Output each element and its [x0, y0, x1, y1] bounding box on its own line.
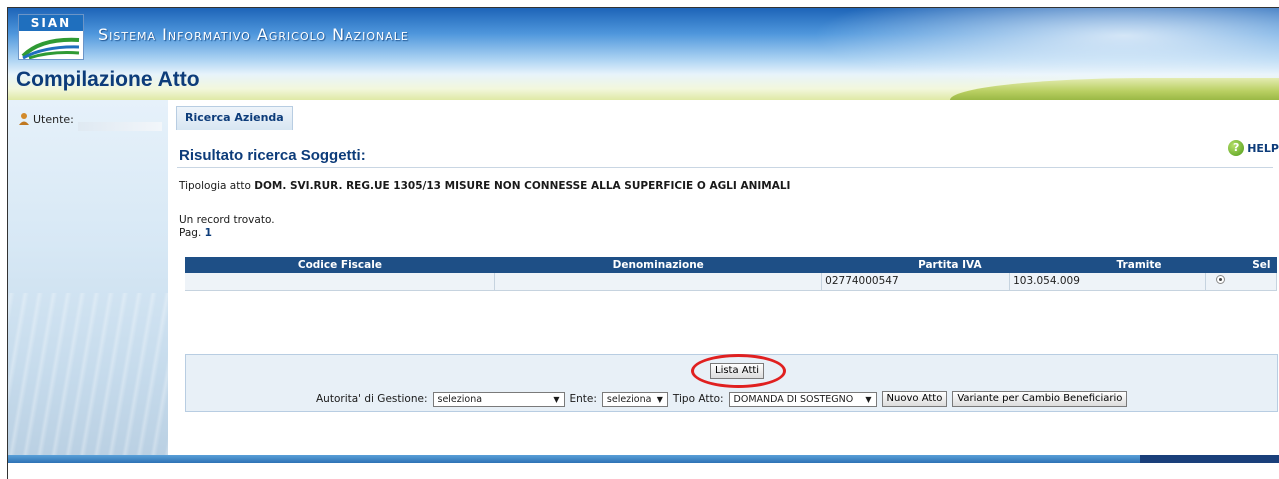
help-link[interactable]: ? HELP	[1228, 140, 1279, 156]
autorita-label: Autorita' di Gestione:	[316, 393, 428, 405]
col-sel: Sel	[1205, 257, 1277, 273]
app-title: Sistema Informativo Agricolo Nazionale	[98, 25, 409, 44]
variante-button[interactable]: Variante per Cambio Beneficiario	[952, 391, 1128, 407]
footer-bar	[8, 455, 1279, 463]
tipo-atto-select[interactable]: DOMANDA DI SOSTEGNO ▼	[728, 391, 877, 407]
autorita-select[interactable]: seleziona ▼	[432, 391, 565, 407]
tipo-atto-label: Tipo Atto:	[672, 393, 724, 405]
help-icon: ?	[1228, 140, 1245, 156]
filter-controls: Autorita' di Gestione: seleziona ▼ Ente:…	[316, 391, 1128, 407]
ente-label: Ente:	[569, 393, 597, 405]
col-codice-fiscale: Codice Fiscale	[185, 257, 495, 273]
user-label: Utente:	[33, 112, 74, 126]
ente-select[interactable]: seleziona ▼	[601, 391, 668, 407]
chevron-down-icon: ▼	[553, 394, 560, 404]
record-count: Un record trovato.	[179, 214, 275, 226]
user-info: Utente:	[18, 112, 74, 126]
sian-logo[interactable]: SIAN	[18, 14, 84, 60]
title-divider	[177, 167, 1273, 168]
main-content: Ricerca Azienda Risultato ricerca Sogget…	[168, 100, 1279, 463]
tab-ricerca-azienda[interactable]: Ricerca Azienda	[176, 106, 293, 130]
wheat-background	[8, 293, 168, 463]
user-value	[78, 122, 162, 131]
tipo-atto-value: DOMANDA DI SOSTEGNO	[733, 393, 854, 405]
cell-tramite: 103.054.009	[1009, 273, 1206, 291]
footer-bar-accent	[1140, 455, 1279, 463]
cell-sel	[1205, 273, 1277, 291]
tipologia-label: Tipologia atto	[179, 180, 251, 192]
action-panel: Lista Atti Autorita' di Gestione: selezi…	[185, 354, 1278, 412]
cell-denominazione	[494, 273, 823, 291]
logo-text: SIAN	[19, 15, 83, 31]
table-header-row: Codice Fiscale Denominazione Partita IVA…	[185, 257, 1277, 273]
tipologia-value: DOM. SVI.RUR. REG.UE 1305/13 MISURE NON …	[254, 180, 791, 192]
page-frame: SIAN Sistema Informativo Agricolo Nazion…	[7, 7, 1279, 479]
nuovo-atto-button[interactable]: Nuovo Atto	[881, 391, 948, 407]
chevron-down-icon: ▼	[865, 394, 872, 404]
select-radio[interactable]	[1216, 275, 1225, 285]
chevron-down-icon: ▼	[656, 394, 663, 404]
cell-partita-iva: 02774000547	[821, 273, 1011, 291]
logo-waves-icon	[21, 37, 80, 59]
pagination: Pag. 1	[179, 227, 212, 239]
tipologia-atto: Tipologia atto DOM. SVI.RUR. REG.UE 1305…	[179, 180, 790, 192]
cell-codice-fiscale	[185, 273, 496, 291]
help-label: HELP	[1247, 141, 1279, 155]
pag-number[interactable]: 1	[205, 227, 212, 239]
col-denominazione: Denominazione	[494, 257, 822, 273]
section-title: Risultato ricerca Soggetti:	[179, 147, 366, 164]
table-row: 02774000547 103.054.009	[185, 273, 1277, 291]
results-table: Codice Fiscale Denominazione Partita IVA…	[185, 257, 1277, 291]
col-tramite: Tramite	[1009, 257, 1206, 273]
highlight-circle	[691, 354, 786, 388]
header-banner: SIAN Sistema Informativo Agricolo Nazion…	[8, 8, 1279, 100]
ente-value: seleziona	[606, 393, 652, 405]
page-title: Compilazione Atto	[16, 68, 200, 91]
left-sidebar: Utente:	[8, 100, 168, 463]
pag-label: Pag.	[179, 227, 202, 239]
autorita-value: seleziona	[437, 393, 483, 405]
user-icon	[19, 113, 29, 125]
col-partita-iva: Partita IVA	[821, 257, 1010, 273]
